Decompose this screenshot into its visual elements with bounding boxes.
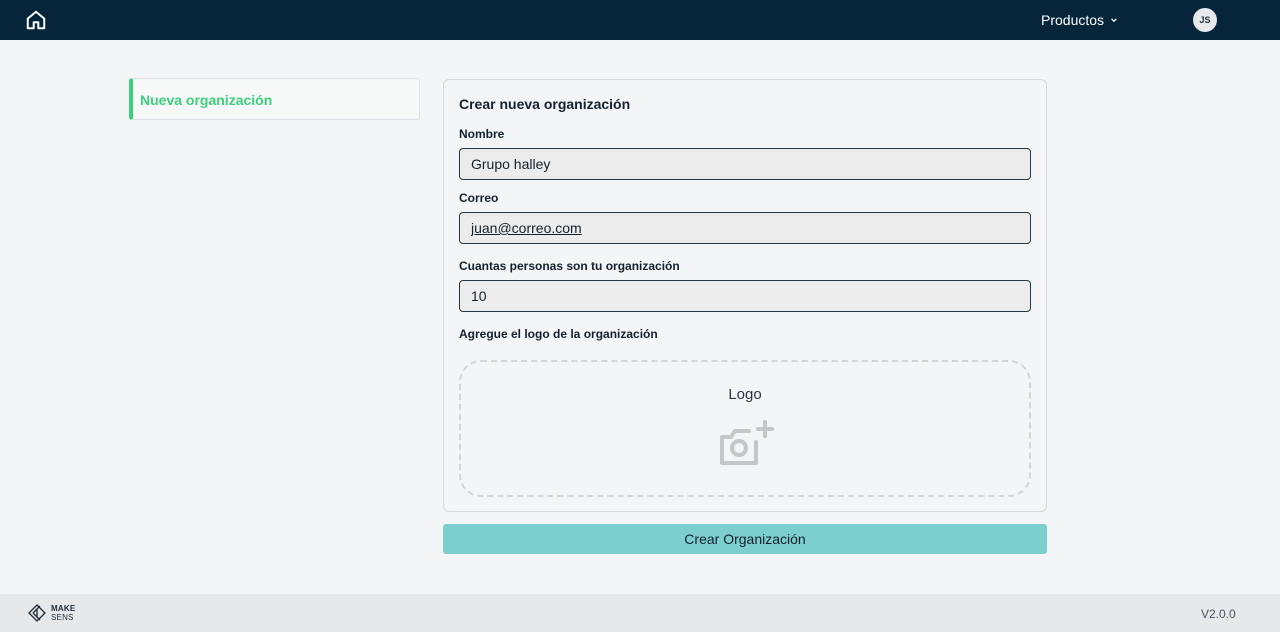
- products-menu[interactable]: Productos: [1041, 12, 1118, 28]
- chevron-down-icon: [1111, 18, 1117, 23]
- footer: MAKE SENS V2.0.0: [0, 594, 1280, 632]
- top-navbar: Productos JS: [0, 0, 1280, 40]
- products-menu-label: Productos: [1041, 12, 1105, 28]
- makesens-logo: MAKE SENS: [27, 603, 87, 623]
- sidebar-item-label: Nueva organización: [140, 92, 273, 108]
- logo-dropzone[interactable]: Logo: [459, 360, 1031, 497]
- email-input[interactable]: [459, 212, 1031, 244]
- app-version: V2.0.0: [1201, 607, 1236, 621]
- create-organization-button[interactable]: Crear Organización: [443, 524, 1047, 554]
- name-label: Nombre: [459, 127, 505, 141]
- logo-upload-label: Agregue el logo de la organización: [459, 327, 658, 341]
- makesens-logo-mark: [28, 604, 46, 622]
- name-input[interactable]: [459, 148, 1031, 180]
- org-size-input[interactable]: [459, 280, 1031, 312]
- home-icon[interactable]: [25, 9, 47, 31]
- form-title: Crear nueva organización: [459, 96, 631, 112]
- sidebar-item-nueva-organizacion[interactable]: Nueva organización: [129, 78, 420, 120]
- user-avatar[interactable]: JS: [1193, 8, 1217, 32]
- org-size-label: Cuantas personas son tu organización: [459, 259, 680, 273]
- logo-text-make: MAKE: [51, 604, 76, 613]
- email-label: Correo: [459, 191, 499, 205]
- create-organization-card: Crear nueva organización Nombre Correo C…: [443, 79, 1047, 512]
- logo-dropzone-label: Logo: [728, 386, 762, 403]
- camera-add-icon: [720, 420, 774, 465]
- logo-text-sens: SENS: [51, 613, 74, 622]
